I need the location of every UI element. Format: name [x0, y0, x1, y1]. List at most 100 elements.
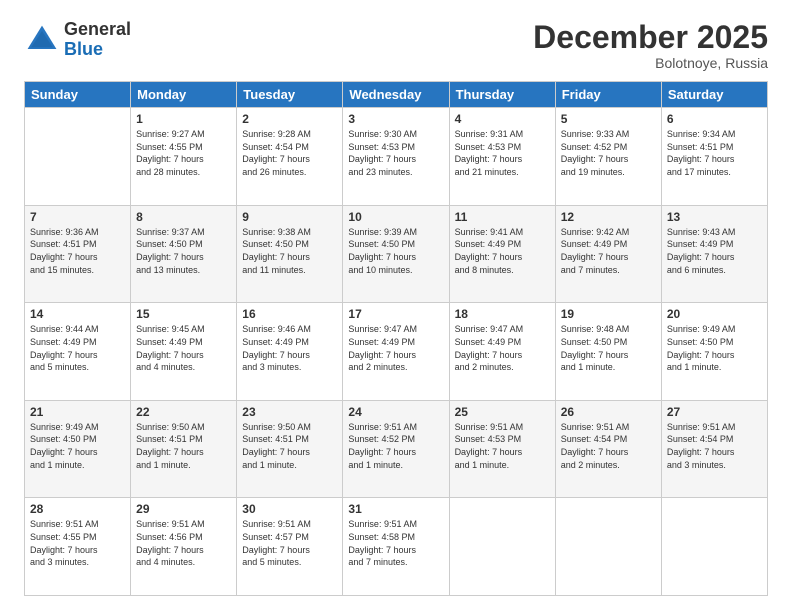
cell-content: Sunrise: 9:51 AM Sunset: 4:54 PM Dayligh…	[667, 421, 762, 471]
cell-content: Sunrise: 9:48 AM Sunset: 4:50 PM Dayligh…	[561, 323, 656, 373]
cell-content: Sunrise: 9:51 AM Sunset: 4:58 PM Dayligh…	[348, 518, 443, 568]
calendar-cell: 17Sunrise: 9:47 AM Sunset: 4:49 PM Dayli…	[343, 303, 449, 401]
calendar-cell: 30Sunrise: 9:51 AM Sunset: 4:57 PM Dayli…	[237, 498, 343, 596]
day-number: 10	[348, 210, 443, 224]
calendar-body: 1 Sunrise: 9:27 AM Sunset: 4:55 PM Daylig…	[25, 108, 768, 596]
cell-content: Sunrise: 9:51 AM Sunset: 4:53 PM Dayligh…	[455, 421, 550, 471]
day-number: 20	[667, 307, 762, 321]
day-number: 11	[455, 210, 550, 224]
cell-content: Sunrise: 9:51 AM Sunset: 4:54 PM Dayligh…	[561, 421, 656, 471]
day-number: 17	[348, 307, 443, 321]
logo: General Blue	[24, 20, 131, 60]
day-number: 14	[30, 307, 125, 321]
calendar-cell: 29Sunrise: 9:51 AM Sunset: 4:56 PM Dayli…	[131, 498, 237, 596]
calendar-cell: 20 Sunrise: 9:49 AM Sunset: 4:50 PM Dayli…	[661, 303, 767, 401]
logo-general: General	[64, 20, 131, 40]
calendar-cell: 21 Sunrise: 9:49 AM Sunset: 4:50 PM Dayli…	[25, 400, 131, 498]
cell-content: Sunrise: 9:49 AM Sunset: 4:50 PM Dayligh…	[667, 323, 762, 373]
logo-text: General Blue	[64, 20, 131, 60]
calendar-cell: 4 Sunrise: 9:31 AM Sunset: 4:53 PM Daylig…	[449, 108, 555, 206]
day-number: 19	[561, 307, 656, 321]
week-row-2: 7 Sunrise: 9:36 AM Sunset: 4:51 PM Daylig…	[25, 205, 768, 303]
day-number: 8	[136, 210, 231, 224]
calendar-cell: 16Sunrise: 9:46 AM Sunset: 4:49 PM Dayli…	[237, 303, 343, 401]
calendar-cell: 8 Sunrise: 9:37 AM Sunset: 4:50 PM Daylig…	[131, 205, 237, 303]
cell-content: Sunrise: 9:42 AM Sunset: 4:49 PM Dayligh…	[561, 226, 656, 276]
cell-content: Sunrise: 9:51 AM Sunset: 4:52 PM Dayligh…	[348, 421, 443, 471]
calendar-cell: 31 Sunrise: 9:51 AM Sunset: 4:58 PM Dayli…	[343, 498, 449, 596]
calendar-cell: 12 Sunrise: 9:42 AM Sunset: 4:49 PM Dayli…	[555, 205, 661, 303]
header-day-thursday: Thursday	[449, 82, 555, 108]
calendar-cell: 9 Sunrise: 9:38 AM Sunset: 4:50 PM Daylig…	[237, 205, 343, 303]
calendar-cell: 11 Sunrise: 9:41 AM Sunset: 4:49 PM Dayli…	[449, 205, 555, 303]
day-number: 15	[136, 307, 231, 321]
header-day-friday: Friday	[555, 82, 661, 108]
day-number: 25	[455, 405, 550, 419]
day-number: 31	[348, 502, 443, 516]
day-number: 26	[561, 405, 656, 419]
month-title: December 2025	[533, 20, 768, 55]
calendar-cell	[661, 498, 767, 596]
calendar-cell: 3Sunrise: 9:30 AM Sunset: 4:53 PM Daylig…	[343, 108, 449, 206]
day-number: 27	[667, 405, 762, 419]
calendar-cell: 15 Sunrise: 9:45 AM Sunset: 4:49 PM Dayli…	[131, 303, 237, 401]
day-number: 9	[242, 210, 337, 224]
calendar-header: SundayMondayTuesdayWednesdayThursdayFrid…	[25, 82, 768, 108]
cell-content: Sunrise: 9:41 AM Sunset: 4:49 PM Dayligh…	[455, 226, 550, 276]
header-day-saturday: Saturday	[661, 82, 767, 108]
day-number: 24	[348, 405, 443, 419]
day-number: 12	[561, 210, 656, 224]
logo-blue: Blue	[64, 40, 131, 60]
day-number: 6	[667, 112, 762, 126]
calendar-cell: 18Sunrise: 9:47 AM Sunset: 4:49 PM Dayli…	[449, 303, 555, 401]
day-number: 13	[667, 210, 762, 224]
week-row-5: 28Sunrise: 9:51 AM Sunset: 4:55 PM Dayli…	[25, 498, 768, 596]
cell-content: Sunrise: 9:27 AM Sunset: 4:55 PM Dayligh…	[136, 128, 231, 178]
calendar-cell: 10 Sunrise: 9:39 AM Sunset: 4:50 PM Dayli…	[343, 205, 449, 303]
header-day-monday: Monday	[131, 82, 237, 108]
header-day-sunday: Sunday	[25, 82, 131, 108]
day-number: 30	[242, 502, 337, 516]
day-number: 16	[242, 307, 337, 321]
day-number: 2	[242, 112, 337, 126]
calendar-cell: 24 Sunrise: 9:51 AM Sunset: 4:52 PM Dayli…	[343, 400, 449, 498]
cell-content: Sunrise: 9:37 AM Sunset: 4:50 PM Dayligh…	[136, 226, 231, 276]
cell-content: Sunrise: 9:31 AM Sunset: 4:53 PM Dayligh…	[455, 128, 550, 178]
day-number: 23	[242, 405, 337, 419]
header-day-tuesday: Tuesday	[237, 82, 343, 108]
page: General Blue December 2025 Bolotnoye, Ru…	[0, 0, 792, 612]
cell-content: Sunrise: 9:49 AM Sunset: 4:50 PM Dayligh…	[30, 421, 125, 471]
calendar-cell: 25 Sunrise: 9:51 AM Sunset: 4:53 PM Dayli…	[449, 400, 555, 498]
day-number: 5	[561, 112, 656, 126]
cell-content: Sunrise: 9:44 AM Sunset: 4:49 PM Dayligh…	[30, 323, 125, 373]
day-number: 7	[30, 210, 125, 224]
cell-content: Sunrise: 9:36 AM Sunset: 4:51 PM Dayligh…	[30, 226, 125, 276]
day-number: 22	[136, 405, 231, 419]
cell-content: Sunrise: 9:51 AM Sunset: 4:55 PM Dayligh…	[30, 518, 125, 568]
calendar-cell: 14 Sunrise: 9:44 AM Sunset: 4:49 PM Dayli…	[25, 303, 131, 401]
cell-content: Sunrise: 9:39 AM Sunset: 4:50 PM Dayligh…	[348, 226, 443, 276]
calendar-cell: 19 Sunrise: 9:48 AM Sunset: 4:50 PM Dayli…	[555, 303, 661, 401]
day-number: 3	[348, 112, 443, 126]
day-number: 21	[30, 405, 125, 419]
cell-content: Sunrise: 9:33 AM Sunset: 4:52 PM Dayligh…	[561, 128, 656, 178]
cell-content: Sunrise: 9:34 AM Sunset: 4:51 PM Dayligh…	[667, 128, 762, 178]
day-number: 1	[136, 112, 231, 126]
cell-content: Sunrise: 9:45 AM Sunset: 4:49 PM Dayligh…	[136, 323, 231, 373]
week-row-3: 14 Sunrise: 9:44 AM Sunset: 4:49 PM Dayli…	[25, 303, 768, 401]
calendar-cell: 22Sunrise: 9:50 AM Sunset: 4:51 PM Dayli…	[131, 400, 237, 498]
cell-content: Sunrise: 9:28 AM Sunset: 4:54 PM Dayligh…	[242, 128, 337, 178]
calendar-cell: 28Sunrise: 9:51 AM Sunset: 4:55 PM Dayli…	[25, 498, 131, 596]
calendar-cell: 13Sunrise: 9:43 AM Sunset: 4:49 PM Dayli…	[661, 205, 767, 303]
logo-icon	[24, 22, 60, 58]
day-number: 29	[136, 502, 231, 516]
cell-content: Sunrise: 9:47 AM Sunset: 4:49 PM Dayligh…	[455, 323, 550, 373]
cell-content: Sunrise: 9:38 AM Sunset: 4:50 PM Dayligh…	[242, 226, 337, 276]
calendar-cell	[555, 498, 661, 596]
calendar-cell	[449, 498, 555, 596]
week-row-1: 1 Sunrise: 9:27 AM Sunset: 4:55 PM Daylig…	[25, 108, 768, 206]
day-number: 4	[455, 112, 550, 126]
cell-content: Sunrise: 9:50 AM Sunset: 4:51 PM Dayligh…	[242, 421, 337, 471]
header-day-wednesday: Wednesday	[343, 82, 449, 108]
calendar-cell: 6 Sunrise: 9:34 AM Sunset: 4:51 PM Daylig…	[661, 108, 767, 206]
